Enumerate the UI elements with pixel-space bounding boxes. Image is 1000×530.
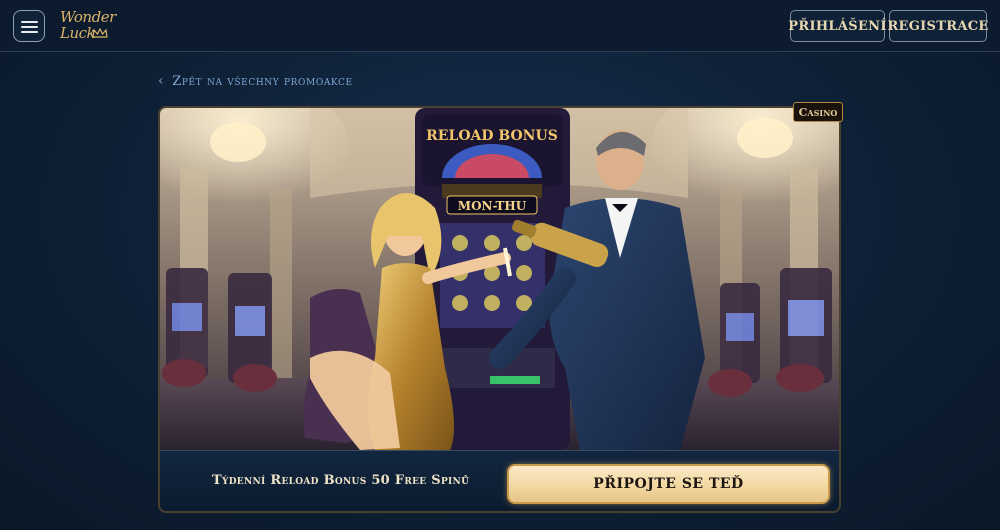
chevron-left-icon: ‹ [158,73,165,89]
promo-card-footer: Týdenní Reload Bonus 50 Free Spinů PŘIPO… [160,450,839,511]
promo-detail-page: Wonder Luck PŘIHLÁŠENÍ REGISTRACE ‹ Zpět… [0,0,1000,530]
logo-text-line2: Luck [60,24,96,42]
back-link-label: Zpět na všechny promoakce [172,73,353,89]
crown-icon [92,28,108,38]
back-to-promotions-link[interactable]: ‹ Zpět na všechny promoakce [158,72,353,90]
login-button[interactable]: PŘIHLÁŠENÍ [788,10,886,42]
banner-illustration: RELOAD BONUS MON-THU [160,108,839,450]
top-header: Wonder Luck PŘIHLÁŠENÍ REGISTRACE [0,0,1000,52]
hamburger-icon [21,21,38,23]
category-badge: Casino [793,102,843,122]
promo-title: Týdenní Reload Bonus 50 Free Spinů [212,473,470,488]
menu-button[interactable] [13,10,45,42]
site-logo[interactable]: Wonder Luck [58,8,120,44]
machine-days-text: MON-THU [458,199,527,213]
register-button[interactable]: REGISTRACE [887,10,988,42]
promo-banner-image[interactable]: RELOAD BONUS MON-THU [160,108,839,450]
promo-card: RELOAD BONUS MON-THU Týdenní Reload Bonu… [158,106,841,513]
machine-title-text: RELOAD BONUS [426,128,558,144]
logo-text-line1: Wonder [60,8,116,26]
join-now-button[interactable]: PŘIPOJTE SE TEĎ [507,464,830,504]
